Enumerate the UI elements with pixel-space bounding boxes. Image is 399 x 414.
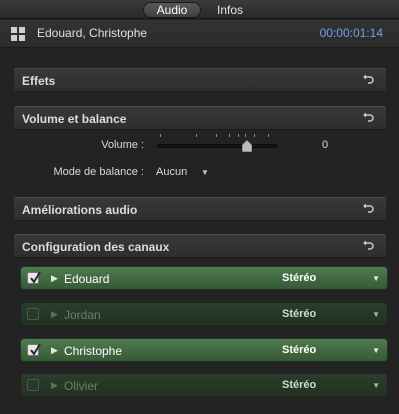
channel-row-christophe[interactable]: ▶ Christophe Stéréo ▼ — [20, 338, 388, 362]
section-configuration-canaux[interactable]: Configuration des canaux — [14, 234, 386, 258]
channel-row-jordan[interactable]: ▶ Jordan Stéréo ▼ — [20, 302, 388, 326]
disclosure-triangle-icon[interactable]: ▶ — [51, 309, 58, 320]
section-volume-balance[interactable]: Volume et balance — [14, 106, 386, 130]
chevron-down-icon[interactable]: ▼ — [201, 168, 209, 177]
chevron-down-icon[interactable]: ▼ — [372, 310, 380, 319]
slider-tick — [196, 134, 197, 137]
channel-name: Jordan — [64, 308, 101, 322]
section-configuration-label: Configuration des canaux — [22, 240, 170, 254]
slider-tick — [254, 134, 255, 137]
section-effets-label: Effets — [22, 74, 56, 88]
chevron-down-icon[interactable]: ▼ — [372, 274, 380, 283]
disclosure-triangle-icon[interactable]: ▶ — [51, 345, 58, 356]
section-volume-balance-label: Volume et balance — [22, 112, 127, 126]
channel-mode[interactable]: Stéréo — [282, 344, 316, 356]
checkmark-icon — [30, 343, 41, 356]
chevron-down-icon[interactable]: ▼ — [372, 346, 380, 355]
section-ameliorations-label: Améliorations audio — [22, 203, 138, 217]
slider-tick — [229, 134, 230, 137]
reset-arrow-icon[interactable] — [362, 74, 374, 86]
channel-name: Olivier — [64, 379, 99, 393]
channel-row-olivier[interactable]: ▶ Olivier Stéréo ▼ — [20, 373, 388, 397]
reset-arrow-icon[interactable] — [362, 203, 374, 215]
channel-mode[interactable]: Stéréo — [282, 308, 316, 320]
channel-name: Edouard — [64, 272, 110, 286]
section-effets[interactable]: Effets — [14, 68, 386, 92]
slider-tick — [160, 134, 161, 137]
tab-infos[interactable]: Infos — [208, 2, 252, 18]
balance-mode-select[interactable]: Aucun — [156, 166, 187, 178]
volume-slider-knob[interactable] — [242, 140, 252, 152]
slider-tick — [216, 134, 217, 137]
channel-row-edouard[interactable]: ▶ Edouard Stéréo ▼ — [20, 266, 388, 290]
disclosure-triangle-icon[interactable]: ▶ — [51, 273, 58, 284]
volume-value[interactable]: 0 — [322, 139, 328, 151]
inspector-tab-bar: Audio Infos — [0, 0, 399, 19]
volume-slider-track[interactable] — [157, 144, 277, 148]
checkmark-icon — [30, 271, 41, 284]
channel-checkbox[interactable] — [27, 271, 41, 284]
disclosure-triangle-icon[interactable]: ▶ — [51, 380, 58, 391]
timecode: 00:00:01:14 — [319, 26, 383, 40]
volume-label: Volume : — [101, 139, 144, 151]
reset-arrow-icon[interactable] — [362, 112, 374, 124]
reset-arrow-icon[interactable] — [362, 240, 374, 252]
channel-checkbox[interactable] — [27, 308, 39, 320]
tab-audio[interactable]: Audio — [143, 2, 201, 18]
channel-name: Christophe — [64, 344, 123, 358]
slider-tick — [268, 134, 269, 137]
section-ameliorations-audio[interactable]: Améliorations audio — [14, 197, 386, 221]
channel-checkbox[interactable] — [27, 343, 41, 356]
chevron-down-icon[interactable]: ▼ — [372, 381, 380, 390]
channel-mode[interactable]: Stéréo — [282, 272, 316, 284]
slider-tick — [245, 134, 246, 137]
channel-checkbox[interactable] — [27, 379, 39, 391]
balance-mode-label: Mode de balance : — [53, 166, 144, 178]
clip-title: Edouard, Christophe — [37, 26, 148, 40]
grid-icon — [11, 27, 25, 41]
slider-tick — [238, 134, 239, 137]
inspector-header: Edouard, Christophe 00:00:01:14 — [0, 20, 399, 48]
channel-mode[interactable]: Stéréo — [282, 379, 316, 391]
